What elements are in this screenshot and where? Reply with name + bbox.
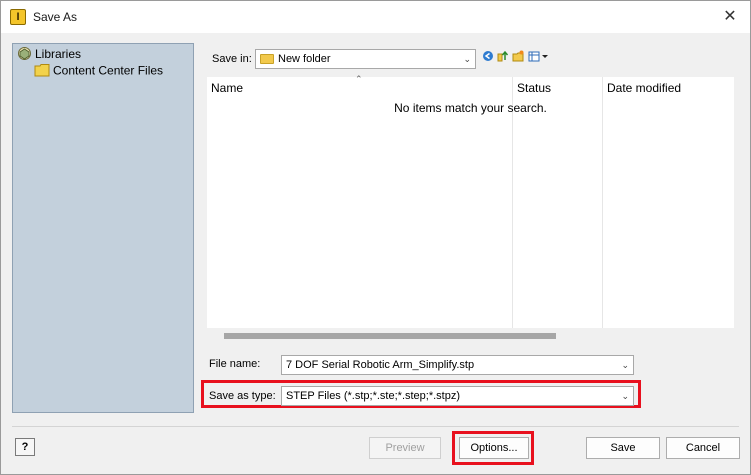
chevron-down-icon: ⌄	[463, 54, 471, 64]
horizontal-scrollbar[interactable]	[207, 331, 734, 341]
empty-message: No items match your search.	[394, 101, 547, 115]
save-as-type-label: Save as type:	[209, 390, 276, 402]
save-in-label: Save in:	[212, 53, 252, 65]
file-name-value: 7 DOF Serial Robotic Arm_Simplify.stp	[286, 359, 475, 371]
save-as-dialog: I Save As ✕ Libraries Content Center Fil…	[0, 0, 751, 475]
save-as-type-value: STEP Files (*.stp;*.ste;*.step;*.stpz)	[286, 390, 461, 402]
preview-button[interactable]: Preview	[369, 437, 441, 459]
place-item-libraries[interactable]: Libraries	[17, 46, 81, 64]
chevron-down-icon: ⌄	[621, 360, 629, 370]
folder-icon	[34, 63, 50, 80]
file-list[interactable]: ⌃ Name Status Date modified No items mat…	[207, 74, 734, 328]
up-folder-icon[interactable]	[497, 50, 509, 65]
save-in-combo[interactable]: New folder ⌄	[255, 49, 476, 69]
folder-icon	[260, 54, 274, 65]
save-button[interactable]: Save	[586, 437, 660, 459]
sort-caret-icon: ⌃	[355, 74, 363, 84]
column-header-status[interactable]: Status	[517, 81, 551, 95]
help-button[interactable]: ?	[15, 438, 35, 456]
place-item-content-center[interactable]: Content Center Files	[34, 63, 163, 80]
libraries-icon	[17, 46, 32, 64]
file-name-label: File name:	[209, 358, 261, 370]
view-menu-icon[interactable]	[528, 50, 550, 65]
place-label-libraries: Libraries	[35, 47, 82, 62]
title-bar: I Save As ✕	[1, 1, 750, 33]
divider	[12, 426, 739, 427]
close-button[interactable]: ✕	[710, 1, 750, 33]
places-panel: Libraries Content Center Files	[12, 43, 194, 413]
column-header-date-modified[interactable]: Date modified	[607, 81, 681, 95]
inventor-app-icon: I	[10, 9, 26, 25]
place-label-content-center: Content Center Files	[53, 63, 164, 78]
new-folder-icon[interactable]	[512, 50, 524, 65]
chevron-down-icon: ⌄	[621, 391, 629, 401]
dialog-title: Save As	[33, 10, 78, 24]
file-name-input[interactable]: 7 DOF Serial Robotic Arm_Simplify.stp ⌄	[281, 355, 634, 375]
save-as-type-select[interactable]: STEP Files (*.stp;*.ste;*.step;*.stpz) ⌄	[281, 386, 634, 406]
back-icon[interactable]	[482, 50, 494, 65]
cancel-button[interactable]: Cancel	[666, 437, 740, 459]
save-in-value: New folder	[278, 53, 331, 65]
column-header-name[interactable]: Name	[211, 81, 243, 95]
scrollbar-thumb[interactable]	[224, 333, 556, 339]
options-button[interactable]: Options...	[459, 437, 529, 459]
